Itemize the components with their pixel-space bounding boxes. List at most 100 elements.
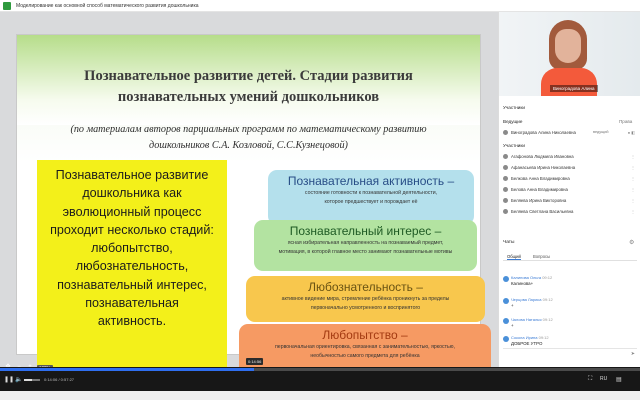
host-name: Виноградова Алина Николаевна (511, 130, 576, 135)
participant-name: Афанасьева Ирина Николаевна (511, 165, 576, 170)
tab-questions[interactable]: Вопросы (533, 254, 550, 259)
right-sidebar: Виноградова Алина Участники Ведущие Прав… (498, 12, 640, 367)
avatar (503, 187, 508, 192)
stage-desc: состояние готовности к познавательной де… (304, 190, 438, 196)
chat-message: Черцова Лариса 09:12 + (503, 297, 637, 308)
participant-name: Белова Анна Владимировна (511, 187, 568, 192)
settings-icon[interactable]: ⚙ (629, 239, 634, 246)
chat-tabs: Общий Вопросы (503, 253, 637, 261)
presentation-stage: Познавательное развитие детей. Стадии ра… (0, 12, 498, 377)
language-label[interactable]: RU (600, 376, 607, 382)
rights-label: Права (619, 119, 633, 124)
slide-subtitle-line2: дошкольников С.А. Козловой, С.С.Кузнецов… (149, 140, 348, 151)
volume-level (24, 379, 32, 381)
more-icon[interactable]: ⋮ (631, 187, 635, 192)
stage-desc: активное видение мира, стремление ребёнк… (281, 296, 450, 302)
message-author: Черцова Лариса (511, 297, 542, 302)
message-time: 09:12 (542, 317, 553, 322)
slide: Познавательное развитие детей. Стадии ра… (16, 34, 491, 377)
participant-row[interactable]: Беляева Ирина Викторовна ⋮ (503, 196, 637, 205)
summary-line: любознательность, (75, 259, 189, 274)
stage-desc: ясная избирательная направленность на по… (287, 240, 444, 246)
message-text: + (511, 303, 514, 308)
chat-header[interactable]: Чаты (503, 240, 514, 245)
stage-title: Познавательная активность – (287, 174, 455, 188)
stage-desc: мотивация, в которой главное место заним… (278, 249, 453, 255)
pause-icon[interactable]: ❚❚ (4, 376, 14, 383)
chat-message: Чалова Наталья 09:12 + (503, 317, 637, 328)
stage-desc: первоначальная ориентировка, связанная с… (275, 344, 455, 350)
participant-name: Беляева Светлана Васильевна (511, 209, 574, 214)
summary-line: эволюционный процесс (62, 204, 202, 219)
message-text: Калинова+ (511, 281, 534, 286)
host-badge: ведущий (593, 130, 609, 134)
avatar (503, 276, 509, 282)
participant-name: Белкова Анна Владимировна (511, 176, 570, 181)
more-icon[interactable]: ⋮ (631, 165, 635, 170)
participant-row[interactable]: Агафонова Людмила Ивановна ⋮ (503, 152, 637, 161)
avatar (503, 176, 508, 181)
progress-fill (0, 368, 254, 371)
app-logo-icon (3, 1, 11, 10)
seek-tooltip: 0:14:56 (246, 358, 264, 365)
stage-title: Познавательный интерес – (289, 224, 442, 238)
flag-icon: ▤ (616, 377, 622, 383)
message-time: 09:12 (542, 297, 553, 302)
message-time: 09:12 (538, 335, 549, 340)
stage-desc: первоначально усмотренного и воспринятог… (310, 305, 421, 311)
presenter-face (555, 29, 581, 63)
webcam-view: Виноградова Алина (499, 12, 640, 96)
chat-input[interactable]: ➤ (503, 348, 637, 359)
summary-line: познавательная (85, 296, 179, 311)
participant-row[interactable]: Афанасьева Ирина Николаевна ⋮ (503, 163, 637, 172)
avatar (503, 298, 509, 304)
avatar (503, 130, 508, 135)
stages-summary-box: Познавательное развитие дошкольника как … (37, 160, 227, 372)
more-icon[interactable]: ⋮ (631, 209, 635, 214)
participant-name: Агафонова Людмила Ивановна (511, 154, 574, 159)
message-text: + (511, 323, 514, 328)
more-icon[interactable]: ⋮ (631, 176, 635, 181)
participant-name: Беляева Ирина Викторовна (511, 198, 567, 203)
avatar (503, 154, 508, 159)
volume-icon[interactable]: 🔈 (15, 376, 22, 383)
send-icon[interactable]: ➤ (631, 351, 635, 357)
volume-slider[interactable] (24, 379, 40, 381)
host-row[interactable]: Виноградова Алина Николаевна ведущий ● ◧ (503, 128, 637, 137)
progress-bar[interactable] (0, 368, 640, 371)
summary-line: дошкольника как (82, 186, 182, 201)
stage-desc: которое предшествует и порождает её (324, 199, 418, 205)
participant-row[interactable]: Беляева Светлана Васильевна ⋮ (503, 207, 637, 216)
avatar (503, 209, 508, 214)
tab-general[interactable]: Общий (507, 254, 521, 260)
stage-inquisitiveness: Любознательность – активное видение мира… (246, 276, 485, 322)
stage-title: Любознательность – (308, 280, 423, 294)
message-author: Чалова Наталья (511, 317, 542, 322)
chat-message: Калинова Ольга 09:12 Калинова+ (503, 275, 637, 286)
summary-line: познавательный интерес, (57, 277, 207, 292)
chat-message: Cокола Ирина 09:12 ДОБРОЕ УТРО (503, 335, 637, 346)
stage-title: Любопытство – (322, 328, 408, 342)
message-author: Cокола Ирина (511, 335, 538, 340)
more-icon[interactable]: ⋮ (631, 198, 635, 203)
participant-row[interactable]: Белова Анна Владимировна ⋮ (503, 185, 637, 194)
fullscreen-icon[interactable]: ⛶ (588, 376, 592, 383)
stage-cognitive-activity: Познавательная активность – состояние го… (268, 170, 474, 225)
slide-title-line2: познавательных умений дошкольников (117, 89, 380, 105)
members-header: Участники (503, 143, 525, 148)
slide-title-line1: Познавательное развитие детей. Стадии ра… (84, 68, 413, 84)
window-titlebar: Моделирование как основной способ матема… (0, 0, 640, 12)
presenter-name-label: Виноградова Алина (550, 85, 598, 92)
window-title: Моделирование как основной способ матема… (16, 2, 199, 9)
hosts-header: Ведущие (503, 119, 523, 124)
time-display: 0:14:06 / 0:57:27 (44, 377, 75, 382)
more-icon[interactable]: ⋮ (631, 154, 635, 159)
message-text: ДОБРОЕ УТРО (511, 341, 543, 346)
slide-subtitle-line1: (по материалам авторов парциальных прогр… (70, 124, 427, 135)
summary-line: проходит несколько стадий: (50, 222, 214, 237)
participant-row[interactable]: Белкова Анна Владимировна ⋮ (503, 174, 637, 183)
stage-cognitive-interest: Познавательный интерес – ясная избирател… (254, 220, 477, 271)
participants-header[interactable]: Участники (503, 105, 525, 110)
avatar (503, 165, 508, 170)
avatar (503, 318, 509, 324)
